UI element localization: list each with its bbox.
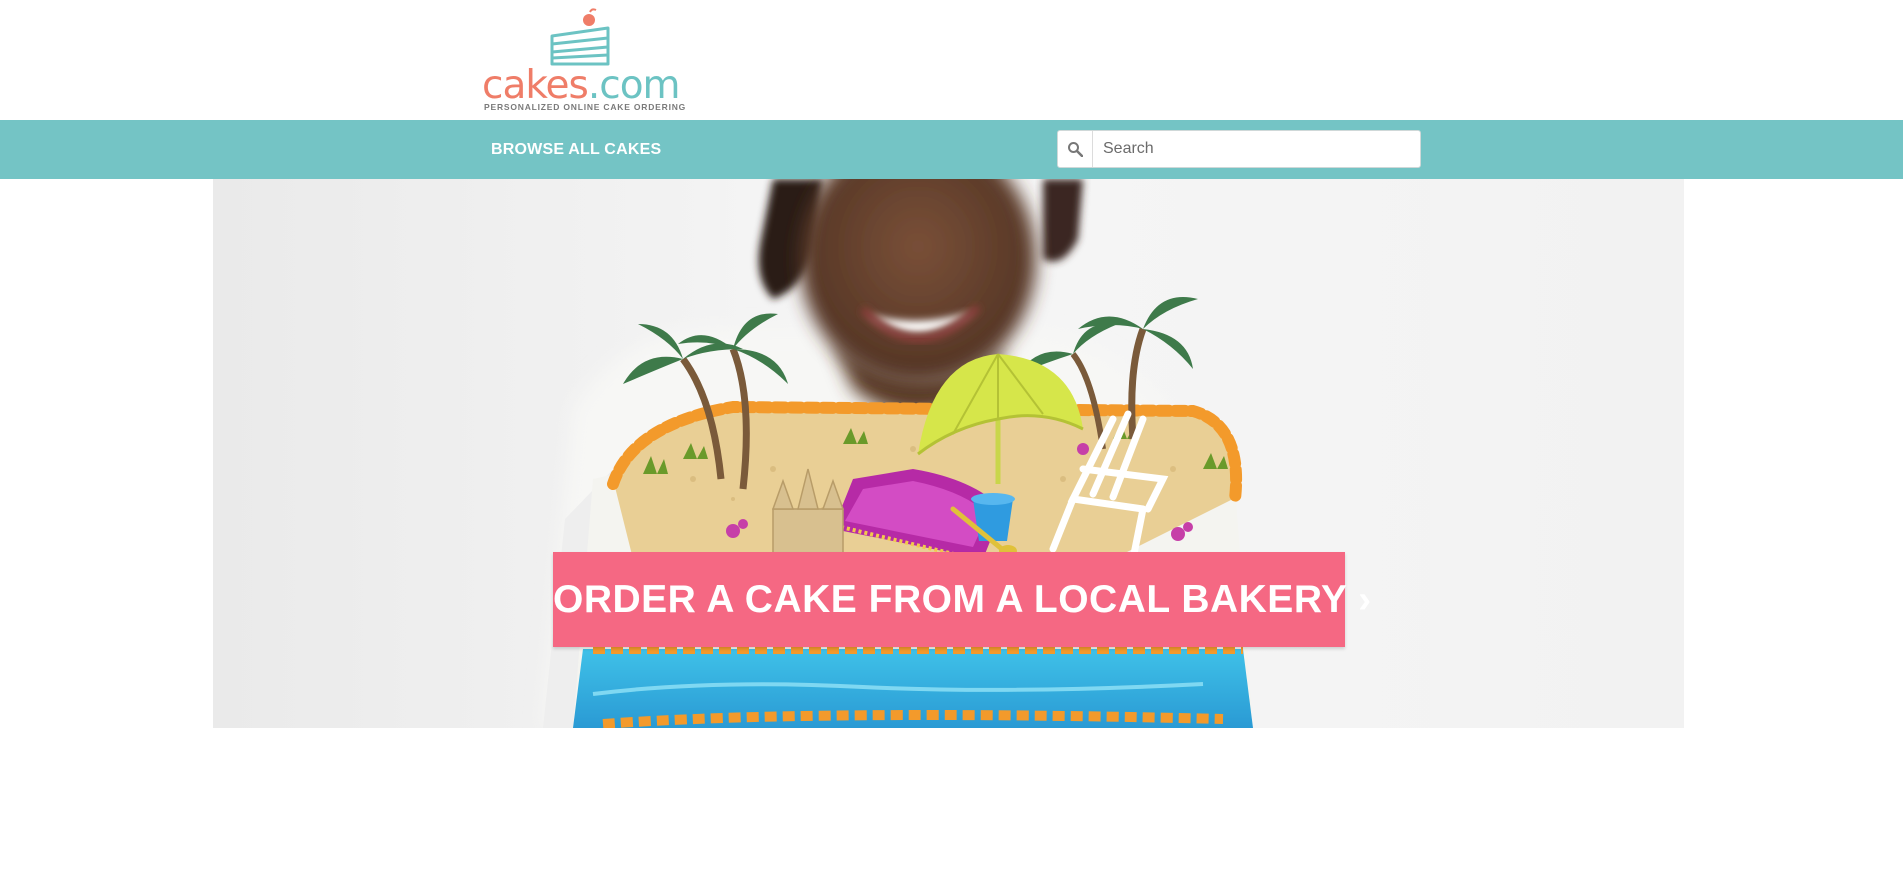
browse-all-cakes-link[interactable]: BROWSE ALL CAKES (491, 120, 661, 179)
cake-slice-icon (550, 8, 610, 66)
search-button[interactable] (1058, 131, 1093, 167)
site-logo[interactable]: cakes.com PERSONALIZED ONLINE CAKE ORDER… (482, 8, 685, 114)
magnifier-icon (1068, 142, 1083, 157)
order-cake-cta-button[interactable]: ORDER A CAKE FROM A LOCAL BAKERY › (553, 552, 1371, 647)
logo-tagline: PERSONALIZED ONLINE CAKE ORDERING (484, 102, 687, 112)
logo-wordmark: cakes.com (482, 66, 681, 106)
hero-banner: ORDER A CAKE FROM A LOCAL BAKERY › (213, 179, 1684, 728)
search-box (1057, 130, 1421, 168)
main-nav-bar: BROWSE ALL CAKES (0, 120, 1903, 179)
search-input[interactable] (1093, 131, 1418, 167)
